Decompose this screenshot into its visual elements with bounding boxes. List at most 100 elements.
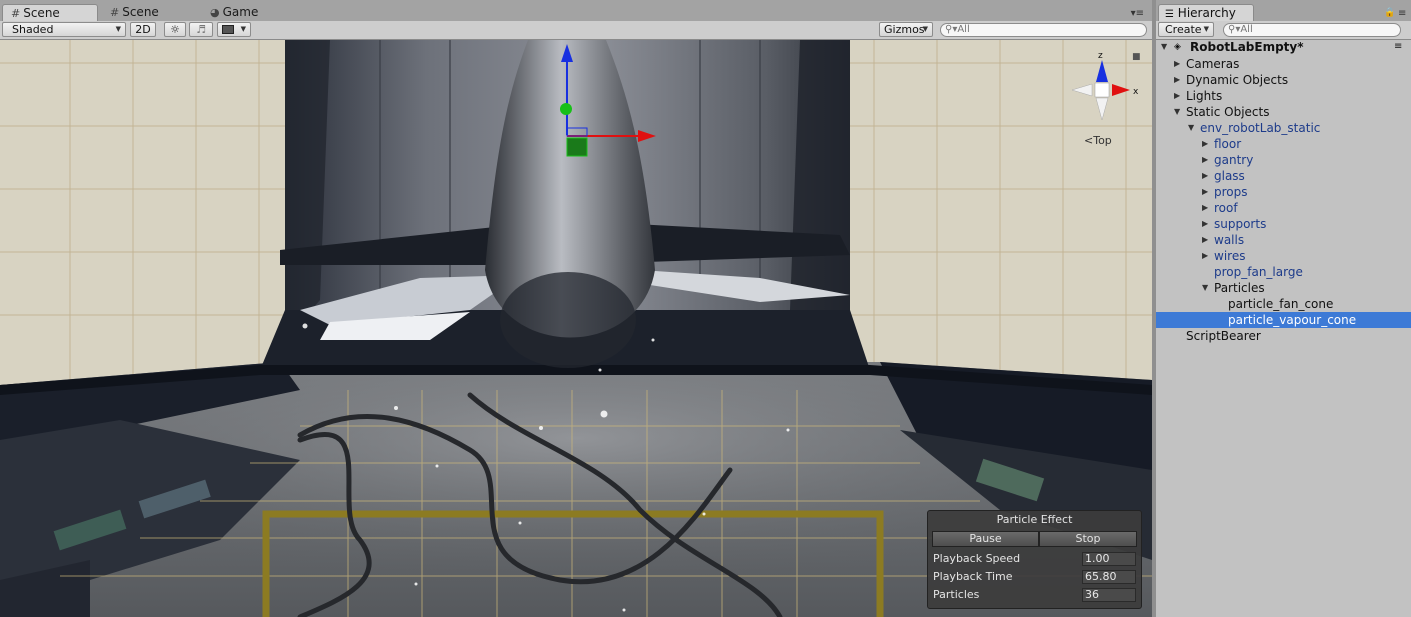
collapsed-arrow-icon[interactable]: ▶ [1174, 56, 1180, 72]
hierarchy-item[interactable]: ▶ wires [1156, 248, 1411, 264]
hierarchy-item-label: walls [1214, 233, 1245, 247]
collapsed-arrow-icon[interactable]: ▶ [1202, 184, 1208, 200]
audio-toggle-button[interactable]: ♬ [189, 22, 213, 37]
hierarchy-item[interactable]: ▶ roof [1156, 200, 1411, 216]
tab-game[interactable]: ◕ Game [202, 4, 298, 21]
grid-icon: # [110, 6, 120, 19]
hierarchy-item[interactable]: ▶ glass [1156, 168, 1411, 184]
shading-mode-label: Shaded [12, 23, 54, 36]
hierarchy-item-label: gantry [1214, 153, 1254, 167]
collapsed-arrow-icon[interactable]: ▶ [1202, 248, 1208, 264]
hierarchy-item[interactable]: ▶ supports [1156, 216, 1411, 232]
view-direction-label[interactable]: <Top [1084, 134, 1112, 147]
view-name: Top [1092, 134, 1112, 147]
stop-button[interactable]: Stop [1039, 531, 1137, 547]
collapsed-arrow-icon[interactable]: ▶ [1174, 72, 1180, 88]
hierarchy-item-label: glass [1214, 169, 1245, 183]
image-icon [222, 25, 234, 34]
hierarchy-item[interactable]: particle_vapour_cone [1156, 312, 1411, 328]
hierarchy-item[interactable]: particle_fan_cone [1156, 296, 1411, 312]
hierarchy-item[interactable]: ▼ env_robotLab_static [1156, 120, 1411, 136]
effects-dropdown[interactable]: ▼ [217, 22, 251, 37]
search-icon: ⚲▾ [945, 24, 958, 35]
scene-root-row[interactable]: ▼ ◈ RobotLabEmpty* ≡ [1156, 39, 1411, 55]
chevron-down-icon: ▼ [115, 25, 121, 33]
hierarchy-item[interactable]: ▶ Dynamic Objects [1156, 72, 1411, 88]
shading-mode-dropdown[interactable]: Shaded ▼ [2, 22, 126, 37]
hierarchy-search-input[interactable]: ⚲▾All [1223, 23, 1401, 37]
gizmos-dropdown[interactable]: Gizmos ▼ [879, 22, 933, 37]
tab-label: Scene [23, 6, 60, 20]
hierarchy-toolbar: Create ▼ ⚲▾All [1156, 21, 1411, 40]
create-label: Create [1165, 23, 1202, 36]
playback-speed-label: Playback Speed [933, 552, 1021, 565]
scene-tab-bar: # Scene # Scene ◕ Game ▾≡ [0, 0, 1152, 22]
collapsed-arrow-icon[interactable]: ▶ [1174, 88, 1180, 104]
hierarchy-item-label: props [1214, 185, 1248, 199]
pause-button[interactable]: Pause [932, 531, 1039, 547]
scene-viewport[interactable]: z x <Top ■ Particle Effect Pause Stop Pl… [0, 40, 1152, 617]
hierarchy-item-label: Dynamic Objects [1186, 73, 1289, 87]
orientation-gizmo[interactable]: z x <Top [1068, 50, 1148, 160]
hierarchy-item[interactable]: ▶ Lights [1156, 88, 1411, 104]
scene-menu-icon[interactable]: ≡ [1394, 39, 1402, 55]
lock-icon[interactable]: 🔒 [1384, 8, 1395, 18]
hierarchy-item[interactable]: ▶ gantry [1156, 152, 1411, 168]
search-placeholder: All [957, 24, 970, 35]
collapsed-arrow-icon[interactable]: ▶ [1202, 136, 1208, 152]
panel-menu-icon[interactable]: ≡ [1398, 8, 1406, 19]
unity-scene-icon: ◈ [1174, 42, 1181, 52]
hierarchy-item-label: Particles [1214, 281, 1265, 295]
playback-time-label: Playback Time [933, 570, 1013, 583]
hierarchy-item[interactable]: prop_fan_large [1156, 264, 1411, 280]
hierarchy-item-label: Static Objects [1186, 105, 1270, 119]
create-dropdown[interactable]: Create ▼ [1158, 22, 1214, 37]
pacman-icon: ◕ [210, 6, 220, 19]
panel-menu-icon[interactable]: ▾≡ [1131, 8, 1144, 19]
scene-search-input[interactable]: ⚲▾All [940, 23, 1147, 37]
collapsed-arrow-icon[interactable]: ▶ [1202, 216, 1208, 232]
scene-window: # Scene # Scene ◕ Game ▾≡ Shaded ▼ 2D ☼ ♬ ▼ … [0, 0, 1152, 617]
chevron-left-icon: < [1084, 134, 1093, 147]
collapsed-arrow-icon[interactable]: ▶ [1202, 232, 1208, 248]
expanded-arrow-icon[interactable]: ▼ [1174, 104, 1180, 120]
collapsed-arrow-icon[interactable]: ▶ [1202, 152, 1208, 168]
hierarchy-item[interactable]: ▶ floor [1156, 136, 1411, 152]
hierarchy-item[interactable]: ▶ walls [1156, 232, 1411, 248]
playback-speed-field[interactable]: 1.00 [1082, 552, 1136, 566]
expanded-arrow-icon[interactable]: ▼ [1161, 39, 1167, 55]
speaker-icon: ♬ [196, 23, 206, 36]
hierarchy-item[interactable]: ▼ Particles [1156, 280, 1411, 296]
hierarchy-item-label: Lights [1186, 89, 1223, 103]
hierarchy-item[interactable]: ScriptBearer [1156, 328, 1411, 344]
particles-label: Particles [933, 588, 980, 601]
gizmo-z-label: z [1098, 51, 1103, 61]
hierarchy-item[interactable]: ▼ Static Objects [1156, 104, 1411, 120]
scene-toolbar: Shaded ▼ 2D ☼ ♬ ▼ Gizmos ▼ ⚲▾All [0, 21, 1152, 40]
sun-icon: ☼ [170, 23, 180, 36]
tab-hierarchy[interactable]: ☰ Hierarchy [1158, 4, 1254, 21]
gizmo-x-label: x [1133, 87, 1139, 97]
grid-icon: # [11, 7, 21, 20]
tab-scene-1[interactable]: # Scene [2, 4, 98, 21]
playback-time-field[interactable]: 65.80 [1082, 570, 1136, 584]
collapsed-arrow-icon[interactable]: ▶ [1202, 168, 1208, 184]
chevron-down-icon: ▼ [1203, 25, 1209, 33]
hierarchy-item[interactable]: ▶ Cameras [1156, 56, 1411, 72]
scene-name: RobotLabEmpty* [1190, 40, 1304, 54]
hierarchy-item[interactable]: ▶ props [1156, 184, 1411, 200]
gizmos-label: Gizmos [884, 23, 925, 36]
hierarchy-item-label: Cameras [1186, 57, 1240, 71]
lighting-toggle-button[interactable]: ☼ [164, 22, 186, 37]
2d-toggle-button[interactable]: 2D [130, 22, 156, 37]
collapsed-arrow-icon[interactable]: ▶ [1202, 200, 1208, 216]
hierarchy-item-label: wires [1214, 249, 1246, 263]
chevron-down-icon: ▼ [240, 25, 246, 33]
expanded-arrow-icon[interactable]: ▼ [1202, 280, 1208, 296]
hierarchy-item-label: particle_fan_cone [1228, 297, 1334, 311]
particles-count-field: 36 [1082, 588, 1136, 602]
tab-scene-2[interactable]: # Scene [102, 4, 198, 21]
hierarchy-window: ☰ Hierarchy 🔒 ≡ Create ▼ ⚲▾All ▼ ◈ RobotL… [1156, 0, 1411, 617]
expanded-arrow-icon[interactable]: ▼ [1188, 120, 1194, 136]
lock-icon[interactable]: ■ [1132, 52, 1141, 62]
